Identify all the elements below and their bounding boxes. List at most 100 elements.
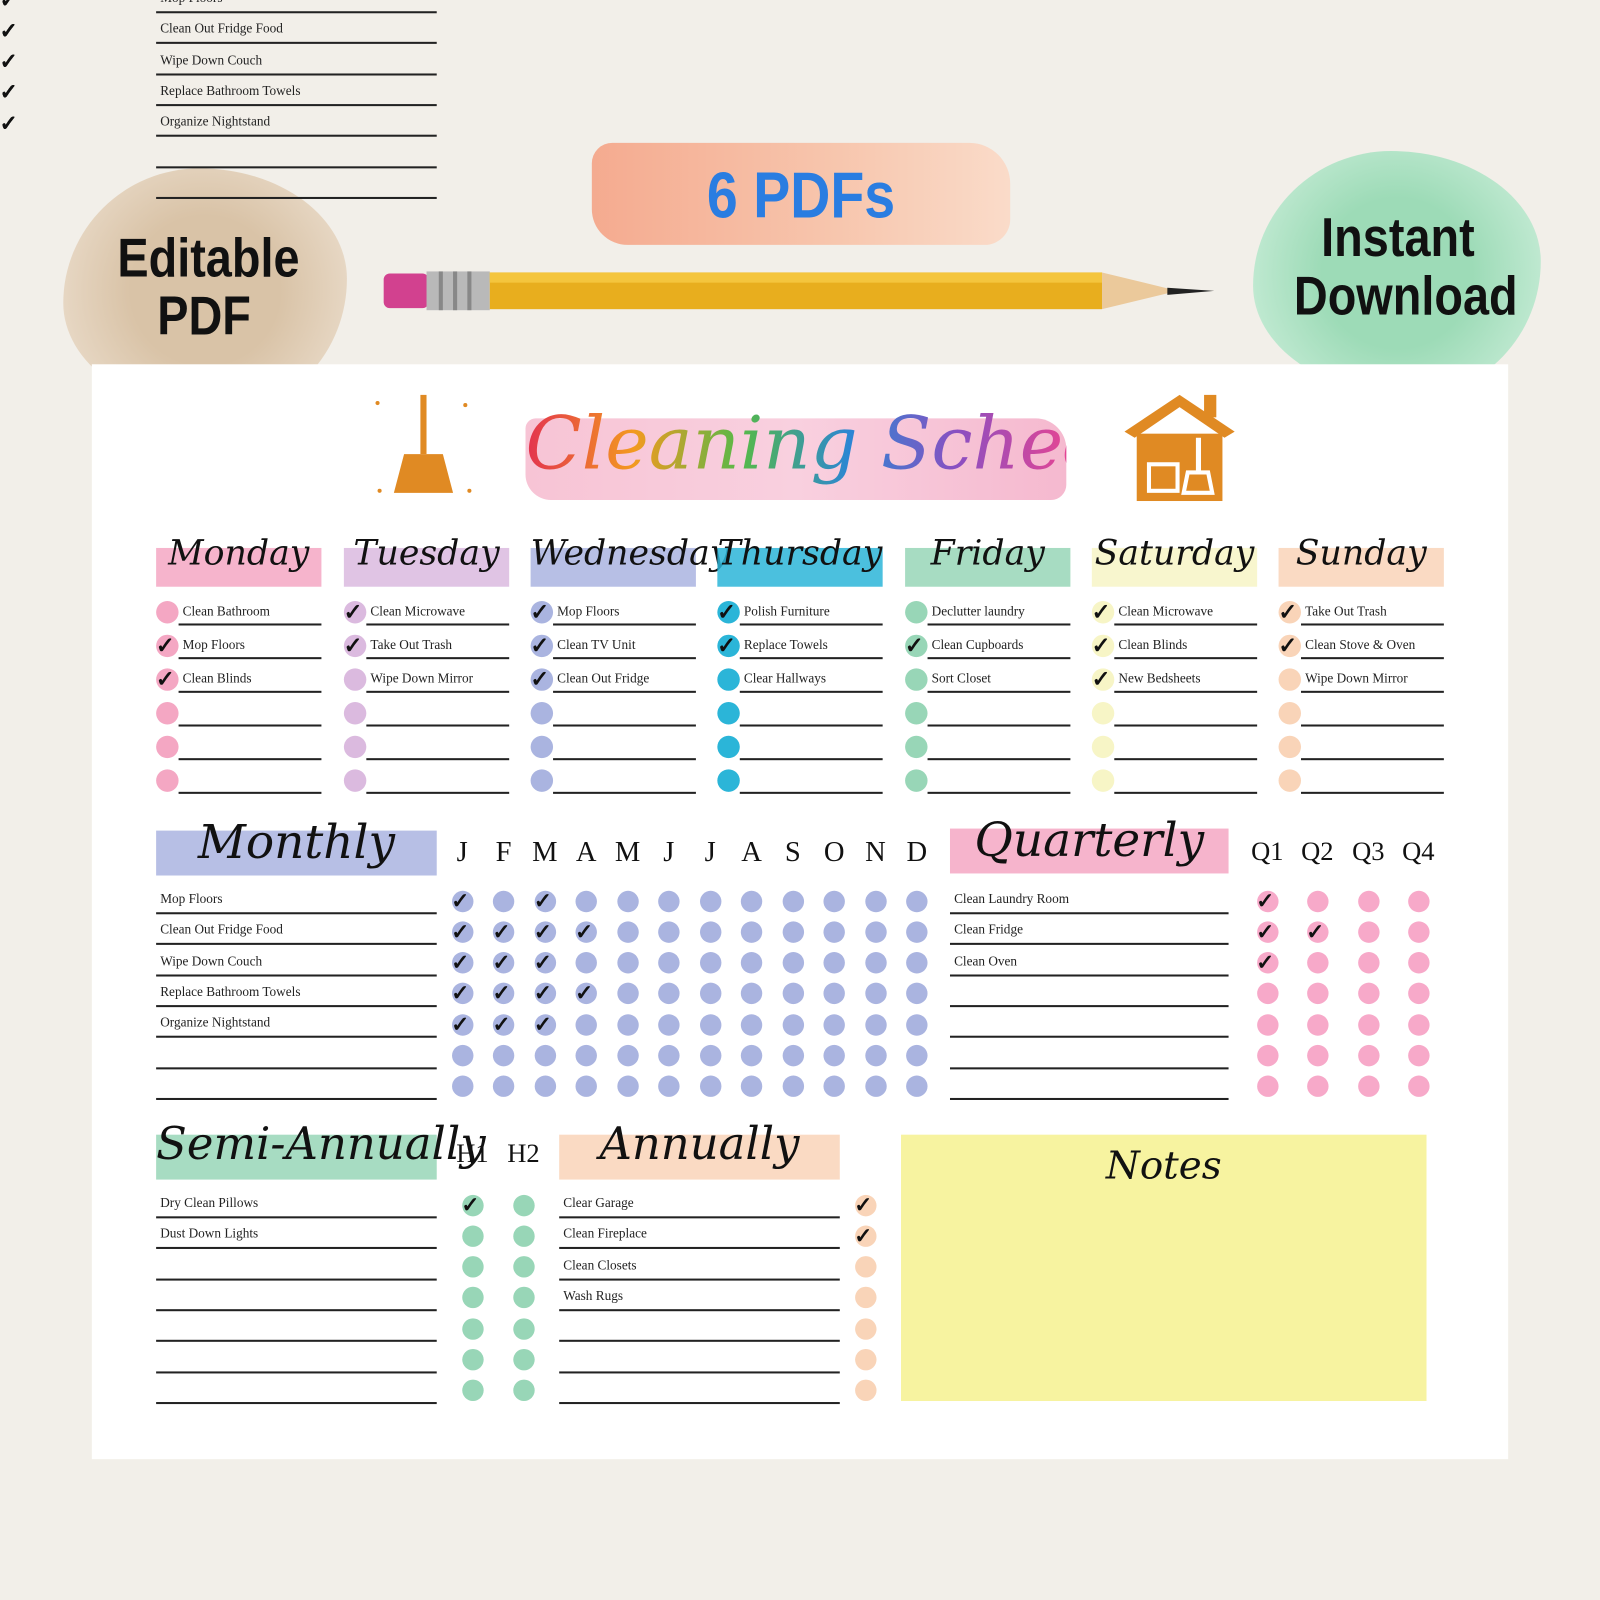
period-checkbox[interactable]: ✓: [493, 919, 515, 944]
period-checkbox[interactable]: [854, 1379, 877, 1402]
period-checkbox[interactable]: [512, 1194, 535, 1216]
task-label[interactable]: Take Out Trash: [1305, 603, 1387, 619]
task-checkbox[interactable]: [717, 702, 740, 725]
task-label[interactable]: Replace Bathroom Towels: [160, 984, 300, 1000]
period-checkbox[interactable]: [1306, 1075, 1329, 1098]
period-checkbox[interactable]: [906, 890, 928, 912]
period-checkbox[interactable]: [1306, 1013, 1329, 1036]
task-label[interactable]: Take Out Trash: [370, 637, 452, 653]
period-checkbox[interactable]: [534, 1075, 556, 1098]
period-checkbox[interactable]: [740, 921, 763, 943]
task-checkbox[interactable]: [343, 702, 367, 725]
period-checkbox[interactable]: [740, 1044, 763, 1067]
task-checkbox[interactable]: [905, 769, 928, 792]
task-checkbox[interactable]: [717, 668, 740, 691]
task-checkbox[interactable]: [905, 601, 928, 624]
task-label[interactable]: Clean Blinds: [183, 670, 252, 686]
period-checkbox[interactable]: [0, 175, 21, 196]
period-checkbox[interactable]: ✓: [534, 950, 556, 975]
period-checkbox[interactable]: [854, 1318, 877, 1340]
period-checkbox[interactable]: [906, 952, 928, 974]
task-checkbox[interactable]: [1278, 702, 1302, 725]
period-checkbox[interactable]: [864, 1075, 887, 1098]
task-label[interactable]: Clean Bathroom: [183, 603, 270, 619]
period-checkbox[interactable]: ✓: [854, 1223, 877, 1248]
task-checkbox[interactable]: [530, 769, 554, 792]
task-label[interactable]: Clear Hallways: [744, 670, 826, 686]
period-checkbox[interactable]: ✓: [534, 888, 556, 913]
task-checkbox[interactable]: ✓: [1092, 666, 1115, 692]
period-checkbox[interactable]: [854, 1348, 877, 1371]
task-checkbox[interactable]: [156, 601, 179, 624]
task-label[interactable]: Clean Microwave: [1118, 603, 1213, 619]
period-checkbox[interactable]: [616, 952, 639, 974]
task-checkbox[interactable]: [343, 735, 367, 759]
period-checkbox[interactable]: [512, 1348, 535, 1371]
period-checkbox[interactable]: [864, 890, 887, 912]
task-label[interactable]: Clean TV Unit: [557, 637, 635, 653]
period-checkbox[interactable]: ✓: [575, 919, 597, 944]
period-checkbox[interactable]: [575, 952, 597, 974]
period-checkbox[interactable]: [461, 1287, 484, 1309]
task-checkbox[interactable]: [1278, 668, 1302, 691]
period-checkbox[interactable]: [461, 1379, 484, 1402]
period-checkbox[interactable]: [534, 1044, 556, 1067]
task-checkbox[interactable]: [156, 702, 179, 725]
task-label[interactable]: Clean Closets: [563, 1257, 636, 1273]
task-label[interactable]: Clean Oven: [954, 953, 1017, 969]
task-label[interactable]: Clean Cupboards: [932, 637, 1024, 653]
period-checkbox[interactable]: [906, 1013, 928, 1036]
period-checkbox[interactable]: [1407, 952, 1430, 974]
task-checkbox[interactable]: ✓: [717, 633, 740, 658]
period-checkbox[interactable]: [782, 1075, 804, 1098]
task-label[interactable]: Clean Fridge: [954, 922, 1023, 938]
period-checkbox[interactable]: [658, 921, 680, 943]
period-checkbox[interactable]: [1306, 1044, 1329, 1067]
period-checkbox[interactable]: [1256, 983, 1279, 1005]
period-checkbox[interactable]: [782, 1013, 804, 1036]
task-label[interactable]: Declutter laundry: [932, 603, 1025, 619]
task-checkbox[interactable]: ✓: [344, 633, 367, 658]
task-checkbox[interactable]: [1278, 769, 1302, 792]
period-checkbox[interactable]: [1306, 983, 1329, 1005]
task-label[interactable]: Clear Garage: [563, 1195, 633, 1211]
period-checkbox[interactable]: ✓: [451, 981, 473, 1005]
task-checkbox[interactable]: [1091, 735, 1115, 759]
period-checkbox[interactable]: [616, 1044, 639, 1067]
period-checkbox[interactable]: [512, 1379, 535, 1402]
period-checkbox[interactable]: ✓: [534, 981, 556, 1005]
task-checkbox[interactable]: [156, 769, 179, 792]
period-checkbox[interactable]: ✓: [493, 950, 515, 975]
notes-box[interactable]: Notes: [901, 1134, 1427, 1402]
task-label[interactable]: Clean Stove & Oven: [1305, 637, 1415, 653]
period-checkbox[interactable]: [658, 1044, 680, 1067]
period-checkbox[interactable]: [575, 1013, 597, 1036]
task-label[interactable]: Organize Nightstand: [160, 1014, 270, 1030]
task-checkbox[interactable]: [717, 769, 740, 792]
period-checkbox[interactable]: [492, 890, 515, 912]
period-checkbox[interactable]: [658, 890, 680, 912]
period-checkbox[interactable]: [740, 890, 763, 912]
period-checkbox[interactable]: [699, 983, 721, 1005]
period-checkbox[interactable]: [512, 1225, 535, 1247]
task-checkbox[interactable]: ✓: [530, 633, 554, 658]
period-checkbox[interactable]: [1357, 890, 1380, 912]
period-checkbox[interactable]: [854, 1256, 877, 1278]
period-checkbox[interactable]: ✓: [461, 1192, 484, 1217]
period-checkbox[interactable]: [782, 890, 804, 912]
period-checkbox[interactable]: [1256, 1013, 1279, 1036]
task-label[interactable]: Replace Bathroom Towels: [160, 83, 300, 99]
task-label[interactable]: Wipe Down Couch: [160, 52, 262, 68]
task-checkbox[interactable]: [905, 702, 928, 725]
period-checkbox[interactable]: [0, 144, 21, 165]
period-checkbox[interactable]: [699, 1013, 721, 1036]
period-checkbox[interactable]: [616, 1075, 639, 1098]
period-checkbox[interactable]: [1357, 1075, 1380, 1098]
task-label[interactable]: Replace Towels: [744, 637, 828, 653]
task-checkbox[interactable]: ✓: [156, 666, 179, 692]
period-checkbox[interactable]: [699, 1075, 721, 1098]
task-label[interactable]: Clean Laundry Room: [954, 891, 1069, 907]
period-checkbox[interactable]: ✓: [493, 1012, 515, 1036]
task-checkbox[interactable]: ✓: [905, 633, 928, 658]
task-label[interactable]: Dry Clean Pillows: [160, 1195, 258, 1211]
